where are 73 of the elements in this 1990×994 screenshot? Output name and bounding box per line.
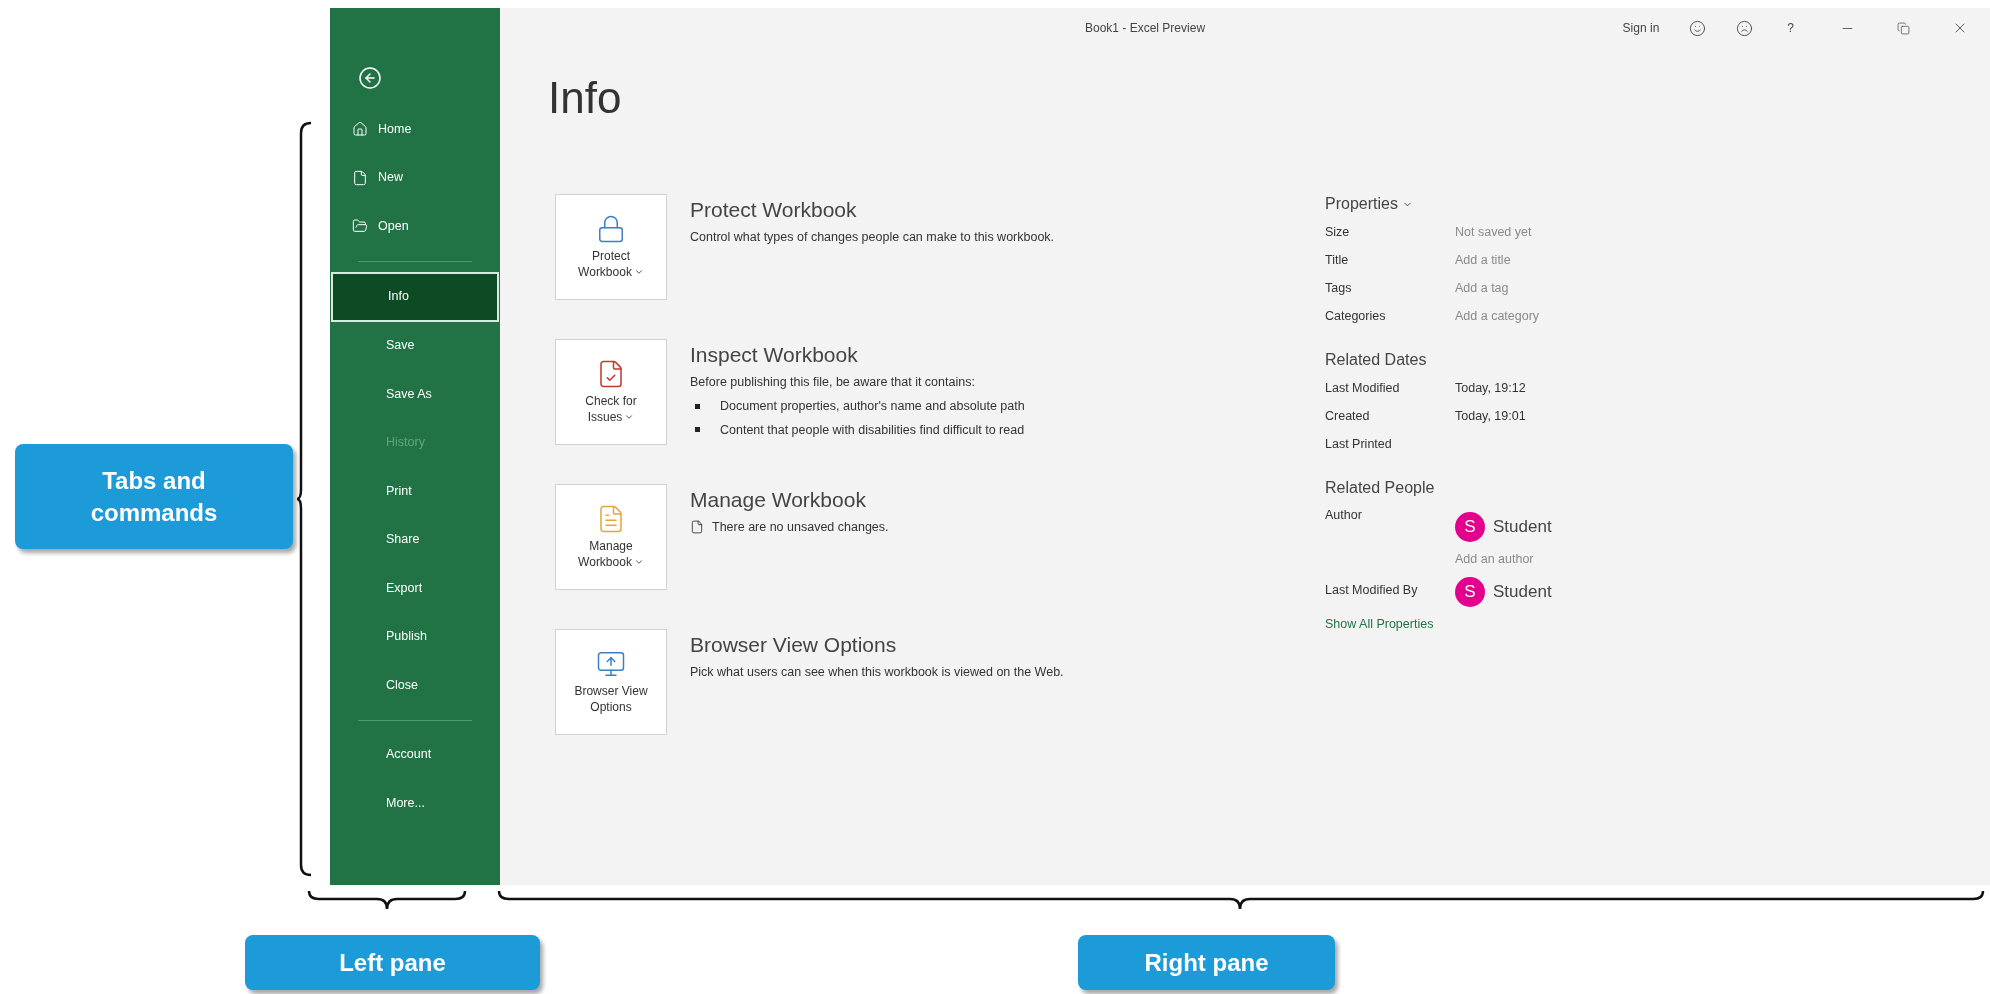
section-button[interactable]: Protect Workbook [555,194,667,300]
add-author-link[interactable]: Add an author [1455,550,1552,569]
section-title: Manage Workbook [690,487,867,513]
bullet-icon [695,427,700,433]
property-value: Today, 19:01 [1455,407,1526,425]
property-value[interactable]: Not saved yet [1455,222,1532,242]
monitor-upload-icon [596,649,626,679]
section-button[interactable]: Browser View Options [555,629,667,735]
home-icon [352,121,368,138]
window-title: Book1 - Excel Preview [1085,20,1206,37]
bullet-text: Content that people with disabilities find difficult to read [720,421,1025,439]
property-value[interactable]: Add a title [1455,250,1511,270]
avatar: S [1455,512,1485,542]
nav-item[interactable]: Info [331,271,499,322]
property-label: Categories [1325,307,1387,325]
show-all-properties-link[interactable]: Show All Properties [1325,614,1725,634]
caret-icon [624,412,635,422]
smile-icon[interactable] [1689,19,1707,37]
property-label: Last Modified By [1325,581,1419,599]
bullet-text: Document properties, author's name and absolute path [720,397,1025,415]
nav-item[interactable]: Share [331,515,499,564]
property-label: Created [1325,407,1371,425]
nav-item[interactable]: Publish [331,612,499,661]
property-label: Tags [1325,279,1353,297]
property-value[interactable]: Add a category [1455,306,1540,326]
nav-item[interactable]: Print [331,467,499,516]
page-title: Info [548,72,623,124]
avatar: S [1455,576,1485,607]
person-name[interactable]: Student [1493,579,1552,605]
document-icon [690,520,704,535]
nav-item[interactable]: Close [331,661,499,710]
section-title: Browser View Options [690,632,898,658]
property-label: Last Printed [1325,435,1393,453]
sign-in-link[interactable]: Sign in [1622,19,1660,37]
section-button[interactable]: Check for Issues [555,339,667,445]
section-description: There are no unsaved changes. [712,519,889,536]
section-title: Protect Workbook [690,197,858,223]
document-icon [352,169,368,186]
frown-icon[interactable] [1736,19,1754,37]
property-label: Size [1325,223,1351,241]
nav-item[interactable]: Save [331,321,499,370]
callout-label: Right pane [1078,935,1335,990]
property-label: Author [1325,507,1363,524]
property-value[interactable]: Add a tag [1455,278,1509,298]
nav-item[interactable]: Home [330,105,500,154]
bullet-icon [695,403,700,409]
nav-item[interactable]: More... [331,779,499,828]
section-heading: Related Dates [1325,350,1428,370]
section-description: Control what types of changes people can make to this workbook. [690,229,1055,246]
section-button[interactable]: Manage Workbook [555,484,667,590]
nav-item[interactable]: Open [330,202,500,251]
callout-label: Left pane [245,935,540,990]
back-icon[interactable] [358,66,382,90]
caret-icon [633,557,644,567]
folder-icon [352,218,368,235]
nav-item[interactable]: Save As [331,370,499,419]
section-heading: Related People [1325,478,1436,498]
property-value: Today, 19:12 [1455,379,1526,397]
section-description: Before publishing this file, be aware that it contains: [690,374,976,391]
property-label: Last Modified [1325,379,1401,397]
nav-item[interactable]: Account [331,730,499,779]
properties-heading[interactable]: Properties [1325,190,1725,218]
callout-label: Tabs and commands [15,444,293,549]
person-name[interactable]: Student [1493,514,1552,540]
restore-icon[interactable] [1897,21,1910,35]
section-description: Pick what users can see when this workbook is viewed on the Web. [690,664,1064,681]
property-label: Title [1325,251,1350,269]
nav-item[interactable]: Export [331,564,499,613]
nav-item[interactable]: New [330,153,500,202]
section-title: Inspect Workbook [690,342,859,368]
help-button[interactable]: ? [1783,19,1798,37]
caret-icon [633,267,644,277]
lock-icon [596,214,626,244]
